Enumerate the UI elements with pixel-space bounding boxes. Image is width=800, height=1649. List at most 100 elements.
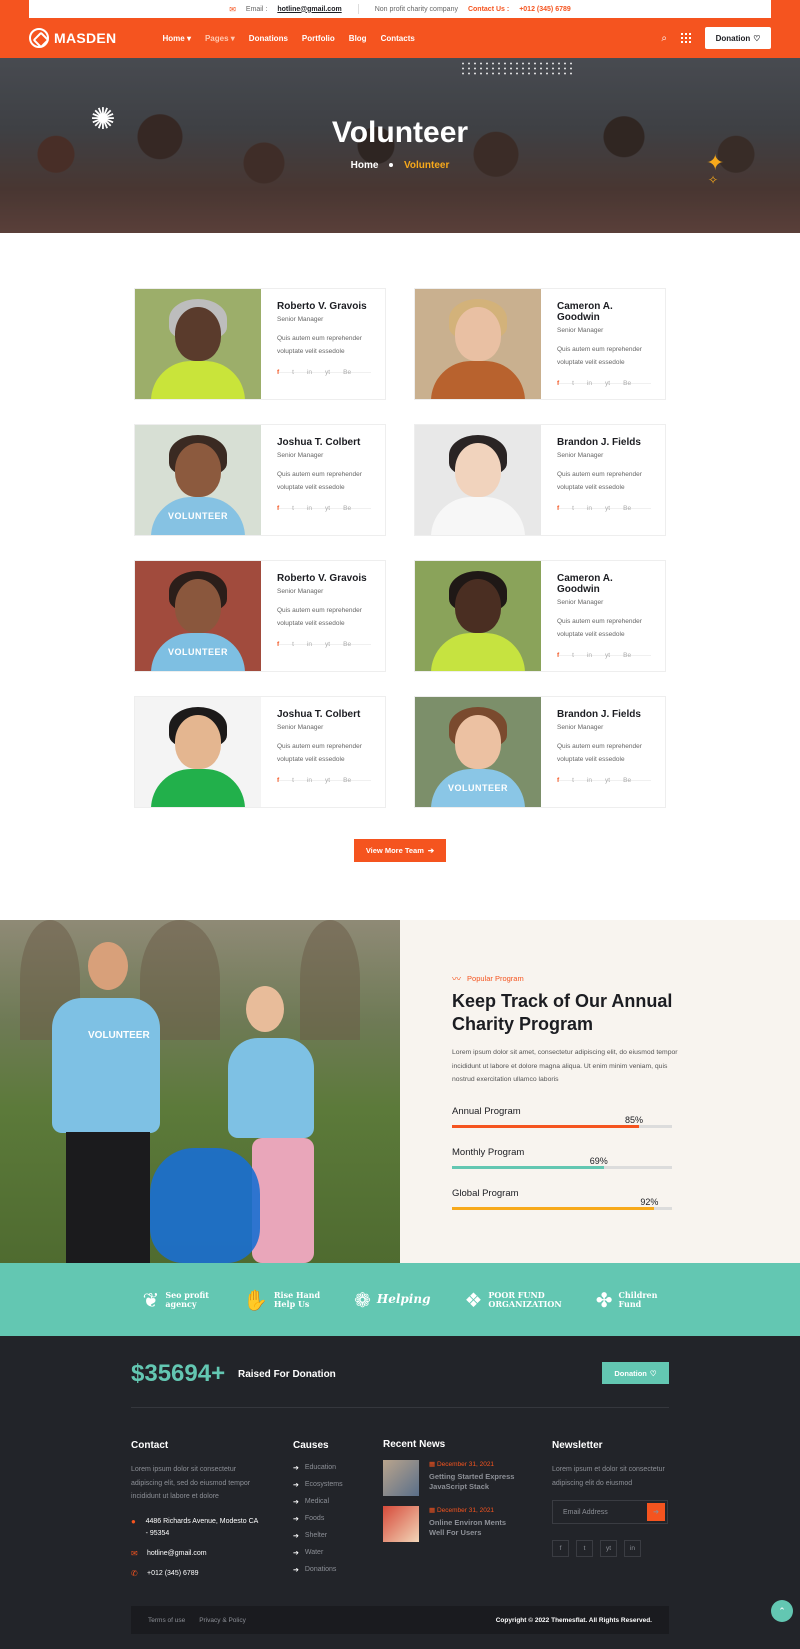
news-item[interactable]: ▦ December 31, 2021 Getting Started Expre… [383,1460,523,1496]
twitter-icon[interactable]: t [576,1540,593,1557]
partner-line: ORGANIZATION [488,1298,562,1309]
news-title[interactable]: Getting Started Express JavaScript Stack [429,1472,517,1492]
behance-icon[interactable]: Be [623,777,631,784]
linkedin-icon[interactable]: in [307,369,312,376]
news-text: ▦ December 31, 2021 Online Environ Ments … [429,1506,517,1542]
scroll-to-top-button[interactable]: ⌃ [771,1600,793,1622]
cause-link[interactable]: ➔ Medical [293,1493,363,1510]
behance-icon[interactable]: Be [623,505,631,512]
breadcrumb-home[interactable]: Home [351,160,379,171]
facebook-icon[interactable]: f [557,777,559,784]
terms-link[interactable]: Terms of use [148,1617,185,1624]
facebook-icon[interactable]: f [277,777,279,784]
volunteer-card: Brandon J. Fields Senior Manager Quis aute… [414,424,666,536]
contact-phone[interactable]: +012 (345) 6789 [519,6,571,13]
arrow-right-icon: ➔ [653,1509,659,1516]
facebook-icon[interactable]: f [557,505,559,512]
facebook-icon[interactable]: f [557,380,559,387]
twitter-icon[interactable]: t [572,380,574,387]
phone[interactable]: ✆ +012 (345) 6789 [131,1568,259,1580]
news-title[interactable]: Online Environ Ments Well For Users [429,1518,517,1538]
grid-menu-icon[interactable] [681,33,691,43]
behance-icon[interactable]: Be [623,652,631,659]
volunteer-name[interactable]: Cameron A. Goodwin [557,301,651,323]
news-item[interactable]: ▦ December 31, 2021 Online Environ Ments … [383,1506,523,1542]
twitter-icon[interactable]: t [572,505,574,512]
cause-link[interactable]: ➔ Water [293,1544,363,1561]
youtube-icon[interactable]: yt [325,369,330,376]
email[interactable]: ✉ hotline@gmail.com [131,1548,259,1560]
privacy-link[interactable]: Privacy & Policy [199,1617,246,1624]
cause-link[interactable]: ➔ Education [293,1459,363,1476]
facebook-icon[interactable]: f [277,505,279,512]
photo-face [455,715,501,769]
volunteer-name[interactable]: Brandon J. Fields [557,709,651,720]
twitter-icon[interactable]: t [572,777,574,784]
menu-item-pages[interactable]: Pages ▾ [205,34,235,43]
behance-icon[interactable]: Be [343,641,351,648]
facebook-icon[interactable]: f [552,1540,569,1557]
newsletter-email-input[interactable]: Email Address ➔ [552,1500,668,1524]
linkedin-icon[interactable]: in [307,641,312,648]
search-icon[interactable]: ⌕ [661,33,667,44]
cause-link[interactable]: ➔ Foods [293,1510,363,1527]
cause-label: Foods [304,1515,325,1522]
linkedin-icon[interactable]: in [624,1540,641,1557]
breadcrumb-current: Volunteer [403,160,450,171]
facebook-icon[interactable]: f [277,641,279,648]
behance-icon[interactable]: Be [623,380,631,387]
linkedin-icon[interactable]: in [587,380,592,387]
partner-logo[interactable]: ✋ Rise Hand Help Us [243,1289,320,1311]
youtube-icon[interactable]: yt [605,777,610,784]
linkedin-icon[interactable]: in [587,505,592,512]
cause-link[interactable]: ➔ Ecosystems [293,1476,363,1493]
footer-donation-button[interactable]: Donation ♡ [602,1362,669,1384]
volunteer-name[interactable]: Cameron A. Goodwin [557,573,651,595]
partner-line: Helping [376,1292,431,1306]
twitter-icon[interactable]: t [292,505,294,512]
menu-item-portfolio[interactable]: Portfolio [302,34,335,43]
behance-icon[interactable]: Be [343,505,351,512]
partner-logo[interactable]: ❖ POOR FUND ORGANIZATION [464,1289,561,1311]
volunteer-name[interactable]: Roberto V. Gravois [277,301,371,312]
menu-item-blog[interactable]: Blog [349,34,367,43]
menu-item-home[interactable]: Home ▾ [162,34,190,43]
youtube-icon[interactable]: yt [605,380,610,387]
youtube-icon[interactable]: yt [325,777,330,784]
youtube-icon[interactable]: yt [325,641,330,648]
twitter-icon[interactable]: t [292,641,294,648]
email-link[interactable]: hotline@gmail.com [277,6,341,13]
volunteer-name[interactable]: Roberto V. Gravois [277,573,371,584]
behance-icon[interactable]: Be [343,777,351,784]
youtube-icon[interactable]: yt [605,505,610,512]
volunteer-name[interactable]: Brandon J. Fields [557,437,651,448]
facebook-icon[interactable]: f [557,652,559,659]
cause-link[interactable]: ➔ Shelter [293,1527,363,1544]
youtube-icon[interactable]: yt [600,1540,617,1557]
menu-item-contacts[interactable]: Contacts [381,34,415,43]
partner-logo[interactable]: ✤ Children Fund [596,1289,658,1311]
view-more-team-button[interactable]: View More Team ➔ [354,839,446,862]
twitter-icon[interactable]: t [572,652,574,659]
twitter-icon[interactable]: t [292,777,294,784]
youtube-icon[interactable]: yt [605,652,610,659]
linkedin-icon[interactable]: in [307,505,312,512]
donation-button[interactable]: Donation ♡ [705,27,771,49]
volunteer-name[interactable]: Joshua T. Colbert [277,709,371,720]
linkedin-icon[interactable]: in [307,777,312,784]
youtube-icon[interactable]: yt [325,505,330,512]
facebook-icon[interactable]: f [277,369,279,376]
partner-logo[interactable]: ❁ Helping [354,1289,430,1311]
menu-item-donations[interactable]: Donations [249,34,288,43]
behance-icon[interactable]: Be [343,369,351,376]
linkedin-icon[interactable]: in [587,777,592,784]
volunteer-role: Senior Manager [557,452,604,459]
linkedin-icon[interactable]: in [587,652,592,659]
twitter-icon[interactable]: t [292,369,294,376]
subscribe-button[interactable]: ➔ [647,1503,665,1521]
cause-link[interactable]: ➔ Donations [293,1561,363,1578]
heart-icon: ♡ [649,1368,657,1378]
volunteer-name[interactable]: Joshua T. Colbert [277,437,371,448]
partner-logo[interactable]: ❦ Seo profit agency [143,1289,209,1311]
logo[interactable]: MASDEN [29,28,116,48]
